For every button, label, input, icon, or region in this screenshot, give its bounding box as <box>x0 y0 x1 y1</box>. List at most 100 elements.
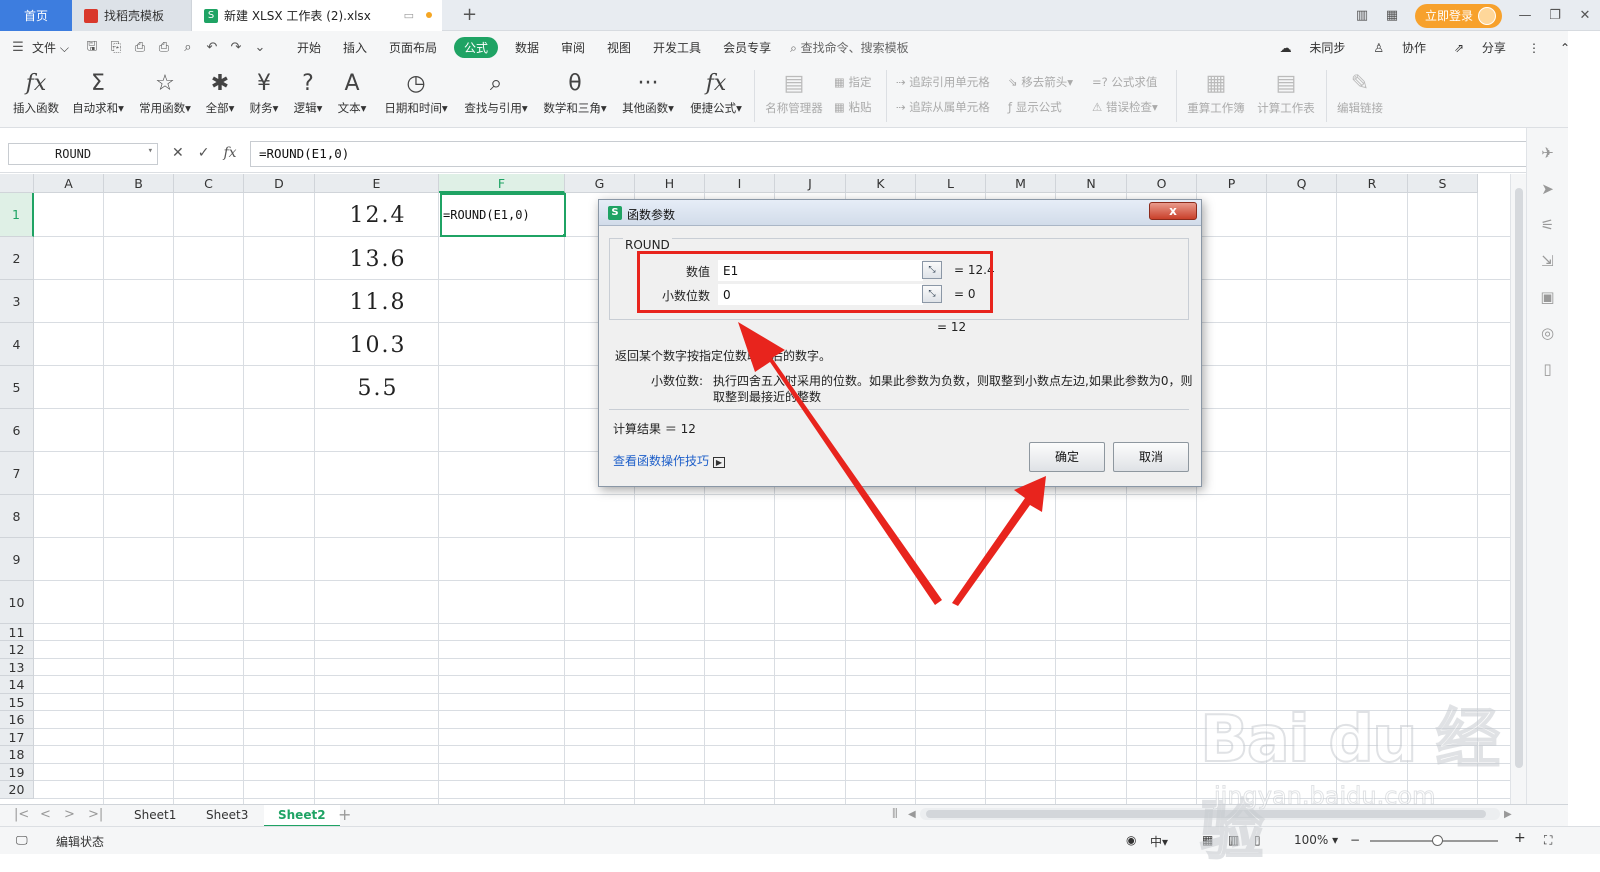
zoom-out-icon[interactable]: − <box>1350 833 1360 847</box>
layout-icon[interactable]: ▥ <box>1347 8 1377 23</box>
pin-icon[interactable]: ▭ <box>404 9 414 22</box>
evaluate-formula-button[interactable]: =? 公式求值 <box>1092 74 1157 90</box>
row-header-5[interactable]: 5 <box>0 366 34 409</box>
cancel-button[interactable]: 取消 <box>1113 442 1189 472</box>
other-functions-button[interactable]: ··· 其他函数▾ <box>618 68 678 116</box>
row-header-16[interactable]: 16 <box>0 711 34 729</box>
select-all-corner[interactable] <box>0 174 34 193</box>
specify-button[interactable]: ▦ 指定 <box>834 74 872 90</box>
cell-E1[interactable]: 12.4 <box>316 203 440 228</box>
column-header-L[interactable]: L <box>916 174 986 193</box>
next-sheet-icon[interactable]: > <box>64 807 75 822</box>
math-trig-button[interactable]: θ 数学和三角▾ <box>538 68 612 116</box>
dropdown-icon[interactable]: ▾ <box>148 146 153 156</box>
column-header-I[interactable]: I <box>705 174 775 193</box>
recalc-workbook-button[interactable]: ▦ 重算工作簿 <box>1184 68 1248 116</box>
column-header-H[interactable]: H <box>635 174 705 193</box>
autosum-button[interactable]: Σ 自动求和▾ <box>68 68 128 116</box>
column-header-G[interactable]: G <box>565 174 635 193</box>
hscroll-left-icon[interactable]: ◀ <box>908 809 916 820</box>
zoom-in-icon[interactable]: + <box>1514 830 1526 846</box>
row-header-9[interactable]: 9 <box>0 538 34 581</box>
sync-status[interactable]: ☁ 未同步 <box>1266 39 1346 56</box>
row-header-15[interactable]: 15 <box>0 694 34 711</box>
sheet-tab-sheet1[interactable]: Sheet1 <box>120 805 190 827</box>
cell-E3[interactable]: 11.8 <box>316 290 440 315</box>
login-button[interactable]: 立即登录 <box>1414 3 1502 28</box>
menu-developer[interactable]: 开发工具 <box>642 39 712 56</box>
all-functions-button[interactable]: ✱ 全部▾ <box>202 68 238 116</box>
paste-name-button[interactable]: ▦ 粘贴 <box>834 99 872 115</box>
row-header-11[interactable]: 11 <box>0 624 34 641</box>
column-header-P[interactable]: P <box>1197 174 1267 193</box>
tab-home[interactable]: 首页 <box>0 0 72 31</box>
menu-insert[interactable]: 插入 <box>332 39 378 56</box>
row-header-20[interactable]: 20 <box>0 781 34 799</box>
vertical-scroll-thumb[interactable] <box>1515 188 1523 768</box>
sidebar-pin-icon[interactable]: ✈ <box>1527 144 1568 164</box>
tab-templates[interactable]: 找稻壳模板 <box>72 0 192 31</box>
formula-input[interactable]: =ROUND(E1,0) <box>250 141 1532 167</box>
dialog-title-bar[interactable]: S 函数参数 x <box>599 200 1201 226</box>
row-header-3[interactable]: 3 <box>0 280 34 323</box>
input-method-icon[interactable]: 中▾ <box>1150 833 1168 850</box>
zoom-slider-knob[interactable] <box>1432 835 1443 846</box>
hamburger-icon[interactable]: ☰ <box>6 40 30 55</box>
show-formulas-button[interactable]: ƒ 显示公式 <box>1008 99 1062 115</box>
datetime-button[interactable]: ◷ 日期和时间▾ <box>380 68 452 116</box>
row-header-12[interactable]: 12 <box>0 641 34 659</box>
more-icon[interactable]: ⋮ <box>1528 41 1540 55</box>
close-window-icon[interactable]: ✕ <box>1570 8 1600 23</box>
trace-precedents-button[interactable]: ⇢ 追踪引用单元格 <box>896 74 990 90</box>
horizontal-scroll-thumb[interactable] <box>926 810 1486 818</box>
last-sheet-icon[interactable]: >| <box>88 807 103 822</box>
column-header-D[interactable]: D <box>244 174 315 193</box>
row-header-14[interactable]: 14 <box>0 676 34 694</box>
cell-E4[interactable]: 10.3 <box>316 333 440 358</box>
page-break-view-icon[interactable]: ▯ <box>1254 833 1261 847</box>
ok-button[interactable]: 确定 <box>1029 442 1105 472</box>
sidebar-settings-icon[interactable]: ⚟ <box>1527 216 1568 236</box>
column-header-K[interactable]: K <box>846 174 916 193</box>
eye-protect-icon[interactable]: ◉ <box>1126 833 1136 847</box>
tab-file[interactable]: S 新建 XLSX 工作表 (2).xlsx ▭ <box>192 0 442 31</box>
cell-F1-active[interactable]: =ROUND(E1,0) <box>440 193 566 237</box>
horizontal-scrollbar[interactable] <box>920 808 1500 820</box>
column-header-E[interactable]: E <box>315 174 439 193</box>
hscroll-right-icon[interactable]: ▶ <box>1504 809 1512 820</box>
row-header-19[interactable]: 19 <box>0 764 34 781</box>
lookup-button[interactable]: ⌕ 查找与引用▾ <box>460 68 532 116</box>
column-header-R[interactable]: R <box>1337 174 1408 193</box>
export-icon[interactable]: ⎘ <box>104 40 128 55</box>
column-header-M[interactable]: M <box>986 174 1056 193</box>
hscroll-split-icon[interactable]: ⦀ <box>892 807 898 822</box>
normal-view-icon[interactable]: ▦ <box>1202 833 1213 847</box>
share-button[interactable]: ⇗ 分享 <box>1440 39 1506 56</box>
edit-links-button[interactable]: ✎ 编辑链接 <box>1334 68 1386 116</box>
print-preview-icon[interactable]: ⎙ <box>152 40 176 55</box>
sidebar-pointer-icon[interactable]: ➤ <box>1527 180 1568 200</box>
column-header-A[interactable]: A <box>34 174 104 193</box>
cell-E2[interactable]: 13.6 <box>316 247 440 272</box>
calc-sheet-button[interactable]: ▤ 计算工作表 <box>1254 68 1318 116</box>
undo-icon[interactable]: ↶ <box>200 40 224 55</box>
quick-formula-button[interactable]: fx 便捷公式▾ <box>686 68 746 116</box>
first-sheet-icon[interactable]: |< <box>14 807 29 822</box>
sidebar-location-icon[interactable]: ◎ <box>1527 324 1568 344</box>
print-icon[interactable]: ⎙ <box>128 40 152 55</box>
column-header-B[interactable]: B <box>104 174 174 193</box>
menu-data[interactable]: 数据 <box>504 39 550 56</box>
row-header-8[interactable]: 8 <box>0 495 34 538</box>
sidebar-export-icon[interactable]: ⇲ <box>1527 252 1568 272</box>
fullscreen-icon[interactable]: ⛶ <box>1544 833 1552 848</box>
page-layout-view-icon[interactable]: ▥ <box>1228 833 1239 847</box>
sidebar-book-icon[interactable]: ▯ <box>1527 360 1568 380</box>
redo-icon[interactable]: ↷ <box>224 40 248 55</box>
menu-start[interactable]: 开始 <box>286 39 332 56</box>
apps-grid-icon[interactable]: ▦ <box>1377 8 1407 23</box>
column-header-O[interactable]: O <box>1127 174 1197 193</box>
customize-qa-icon[interactable]: ⌄ <box>248 40 272 55</box>
menu-view[interactable]: 视图 <box>596 39 642 56</box>
restore-icon[interactable]: ❐ <box>1540 8 1570 23</box>
sheet-tab-sheet3[interactable]: Sheet3 <box>192 805 262 827</box>
